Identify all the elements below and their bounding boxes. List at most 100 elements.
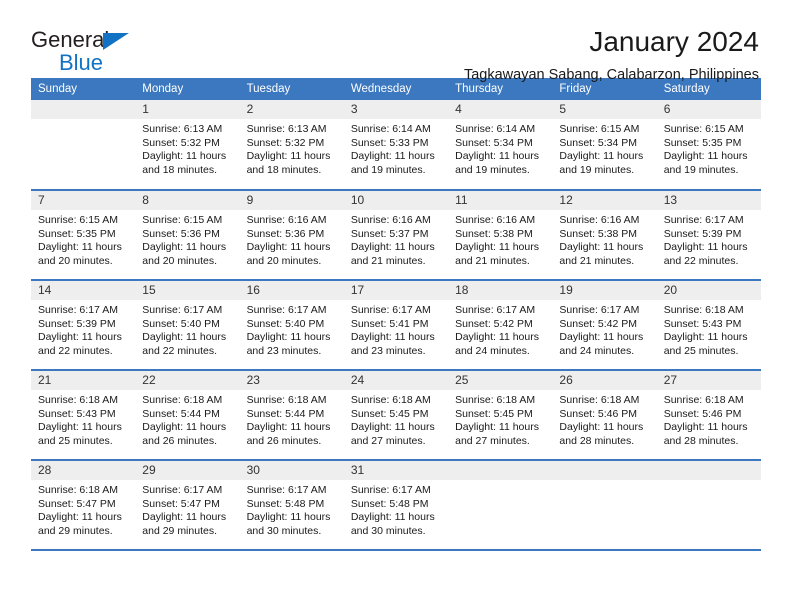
day-details: Sunrise: 6:16 AM Sunset: 5:38 PM Daylight:… — [552, 210, 656, 268]
daylight-text-line1: Daylight: 11 hours — [38, 421, 122, 434]
calendar-day-cell[interactable]: 1 Sunrise: 6:13 AM Sunset: 5:32 PM Daylight… — [135, 100, 240, 191]
calendar-day-cell[interactable]: 3 Sunrise: 6:14 AM Sunset: 5:33 PM Daylight… — [343, 100, 449, 191]
calendar-day-cell[interactable]: 6 Sunrise: 6:15 AM Sunset: 5:35 PM Daylight… — [656, 100, 761, 191]
daylight-text-line2: and 30 minutes. — [350, 524, 426, 537]
calendar-day-cell[interactable]: 28 Sunrise: 6:18 AM Sunset: 5:47 PM Dayligh… — [31, 460, 136, 551]
sunrise-text: Sunrise: 6:18 AM — [663, 394, 744, 406]
weekday-header-monday: Monday — [135, 78, 240, 100]
calendar-empty-cell — [656, 460, 761, 551]
calendar-day-cell[interactable]: 14 Sunrise: 6:17 AM Sunset: 5:39 PM Dayligh… — [31, 280, 136, 371]
triangle-icon — [103, 33, 129, 50]
sunrise-text: Sunrise: 6:16 AM — [246, 214, 327, 226]
calendar-day-cell[interactable]: 17 Sunrise: 6:17 AM Sunset: 5:41 PM Dayligh… — [343, 280, 449, 371]
daylight-text-line2: and 20 minutes. — [142, 254, 217, 267]
day-number: 8 — [135, 191, 240, 210]
daylight-text-line2: and 21 minutes. — [350, 254, 426, 267]
daylight-text-line2: and 26 minutes. — [142, 434, 217, 447]
day-number: 31 — [343, 461, 449, 480]
sunrise-text: Sunrise: 6:18 AM — [350, 394, 431, 406]
calendar-day-cell[interactable]: 15 Sunrise: 6:17 AM Sunset: 5:40 PM Dayligh… — [135, 280, 240, 371]
calendar-table: Sunday Monday Tuesday Wednesday Thursday… — [31, 78, 761, 551]
calendar-day-cell[interactable]: 22 Sunrise: 6:18 AM Sunset: 5:44 PM Dayligh… — [135, 370, 240, 461]
day-details: Sunrise: 6:18 AM Sunset: 5:45 PM Daylight:… — [448, 390, 552, 448]
daylight-text-line2: and 23 minutes. — [246, 344, 322, 357]
day-number — [31, 100, 136, 119]
sunset-text: Sunset: 5:32 PM — [142, 136, 220, 149]
daylight-text-line2: and 29 minutes. — [142, 524, 217, 537]
calendar-day-cell[interactable]: 16 Sunrise: 6:17 AM Sunset: 5:40 PM Dayligh… — [239, 280, 344, 371]
sunset-text: Sunset: 5:42 PM — [455, 317, 533, 330]
day-details: Sunrise: 6:18 AM Sunset: 5:43 PM Daylight:… — [657, 300, 761, 358]
day-details: Sunrise: 6:17 AM Sunset: 5:39 PM Daylight:… — [657, 210, 761, 268]
daylight-text-line2: and 19 minutes. — [350, 163, 426, 176]
daylight-text-line1: Daylight: 11 hours — [663, 241, 748, 254]
sunrise-text: Sunrise: 6:18 AM — [246, 394, 327, 406]
daylight-text-line2: and 22 minutes. — [38, 344, 113, 357]
calendar-day-cell[interactable]: 20 Sunrise: 6:18 AM Sunset: 5:43 PM Dayligh… — [656, 280, 761, 371]
daylight-text-line1: Daylight: 11 hours — [455, 150, 539, 163]
day-number — [552, 461, 657, 480]
calendar-day-cell[interactable]: 19 Sunrise: 6:17 AM Sunset: 5:42 PM Dayligh… — [552, 280, 657, 371]
page-subtitle: Tagkawayan Sabang, Calabarzon, Philippin… — [463, 67, 759, 83]
calendar-day-cell[interactable]: 8 Sunrise: 6:15 AM Sunset: 5:36 PM Daylight… — [135, 190, 240, 281]
day-number: 22 — [135, 371, 240, 390]
day-number: 3 — [343, 100, 449, 119]
daylight-text-line1: Daylight: 11 hours — [350, 511, 435, 524]
daylight-text-line2: and 26 minutes. — [246, 434, 322, 447]
calendar-day-cell[interactable]: 21 Sunrise: 6:18 AM Sunset: 5:43 PM Dayligh… — [31, 370, 136, 461]
day-number: 17 — [343, 281, 449, 300]
daylight-text-line1: Daylight: 11 hours — [142, 331, 227, 344]
calendar-day-cell[interactable]: 11 Sunrise: 6:16 AM Sunset: 5:38 PM Dayligh… — [448, 190, 553, 281]
day-details: Sunrise: 6:17 AM Sunset: 5:39 PM Daylight:… — [31, 300, 135, 358]
brand-logo[interactable]: General Blue — [31, 27, 151, 75]
sunrise-text: Sunrise: 6:15 AM — [663, 123, 744, 135]
day-details: Sunrise: 6:13 AM Sunset: 5:32 PM Daylight:… — [135, 119, 239, 177]
sunset-text: Sunset: 5:44 PM — [246, 407, 325, 420]
calendar-day-cell[interactable]: 23 Sunrise: 6:18 AM Sunset: 5:44 PM Dayligh… — [239, 370, 344, 461]
calendar-week-row: 14 Sunrise: 6:17 AM Sunset: 5:39 PM Dayligh… — [31, 280, 761, 371]
sunset-text: Sunset: 5:33 PM — [350, 136, 429, 149]
daylight-text-line1: Daylight: 11 hours — [350, 331, 435, 344]
day-details: Sunrise: 6:18 AM Sunset: 5:46 PM Daylight:… — [657, 390, 761, 448]
day-number: 9 — [239, 191, 344, 210]
day-details: Sunrise: 6:17 AM Sunset: 5:42 PM Daylight:… — [448, 300, 552, 358]
calendar-day-cell[interactable]: 29 Sunrise: 6:17 AM Sunset: 5:47 PM Dayligh… — [135, 460, 240, 551]
day-number: 14 — [31, 281, 136, 300]
sunrise-text: Sunrise: 6:15 AM — [142, 214, 223, 226]
day-number: 19 — [552, 281, 657, 300]
daylight-text-line2: and 19 minutes. — [455, 163, 530, 176]
calendar-day-cell[interactable]: 10 Sunrise: 6:16 AM Sunset: 5:37 PM Dayligh… — [343, 190, 449, 281]
daylight-text-line2: and 24 minutes. — [455, 344, 530, 357]
day-details: Sunrise: 6:18 AM Sunset: 5:43 PM Daylight:… — [31, 390, 135, 448]
calendar-day-cell[interactable]: 13 Sunrise: 6:17 AM Sunset: 5:39 PM Dayligh… — [656, 190, 761, 281]
day-number: 10 — [343, 191, 449, 210]
calendar-day-cell[interactable]: 18 Sunrise: 6:17 AM Sunset: 5:42 PM Dayligh… — [448, 280, 553, 371]
calendar-day-cell[interactable]: 9 Sunrise: 6:16 AM Sunset: 5:36 PM Daylight… — [239, 190, 344, 281]
day-number: 4 — [448, 100, 553, 119]
calendar-day-cell[interactable]: 31 Sunrise: 6:17 AM Sunset: 5:48 PM Dayligh… — [343, 460, 449, 551]
calendar-day-cell[interactable]: 26 Sunrise: 6:18 AM Sunset: 5:46 PM Dayligh… — [552, 370, 657, 461]
sunset-text: Sunset: 5:47 PM — [142, 497, 220, 510]
day-number: 26 — [552, 371, 657, 390]
weekday-header-sunday: Sunday — [31, 78, 136, 100]
daylight-text-line2: and 27 minutes. — [455, 434, 530, 447]
calendar-day-cell[interactable]: 30 Sunrise: 6:17 AM Sunset: 5:48 PM Dayligh… — [239, 460, 344, 551]
day-details: Sunrise: 6:17 AM Sunset: 5:42 PM Daylight:… — [552, 300, 656, 358]
sunset-text: Sunset: 5:39 PM — [38, 317, 116, 330]
day-details: Sunrise: 6:17 AM Sunset: 5:40 PM Daylight:… — [135, 300, 239, 358]
calendar-day-cell[interactable]: 27 Sunrise: 6:18 AM Sunset: 5:46 PM Dayligh… — [656, 370, 761, 461]
calendar-day-cell[interactable]: 5 Sunrise: 6:15 AM Sunset: 5:34 PM Daylight… — [552, 100, 657, 191]
sunset-text: Sunset: 5:45 PM — [455, 407, 533, 420]
calendar-day-cell[interactable]: 2 Sunrise: 6:13 AM Sunset: 5:32 PM Daylight… — [239, 100, 344, 191]
calendar-day-cell[interactable]: 24 Sunrise: 6:18 AM Sunset: 5:45 PM Dayligh… — [343, 370, 449, 461]
brand-name-blue: Blue — [59, 50, 104, 75]
sunrise-text: Sunrise: 6:17 AM — [246, 304, 327, 316]
calendar-day-cell[interactable]: 7 Sunrise: 6:15 AM Sunset: 5:35 PM Daylight… — [31, 190, 136, 281]
calendar-day-cell[interactable]: 4 Sunrise: 6:14 AM Sunset: 5:34 PM Daylight… — [448, 100, 553, 191]
daylight-text-line1: Daylight: 11 hours — [455, 421, 539, 434]
calendar-week-row: 28 Sunrise: 6:18 AM Sunset: 5:47 PM Dayligh… — [31, 460, 761, 551]
calendar-day-cell[interactable]: 12 Sunrise: 6:16 AM Sunset: 5:38 PM Dayligh… — [552, 190, 657, 281]
calendar-day-cell[interactable]: 25 Sunrise: 6:18 AM Sunset: 5:45 PM Dayligh… — [448, 370, 553, 461]
sunset-text: Sunset: 5:48 PM — [350, 497, 429, 510]
day-number: 25 — [448, 371, 553, 390]
